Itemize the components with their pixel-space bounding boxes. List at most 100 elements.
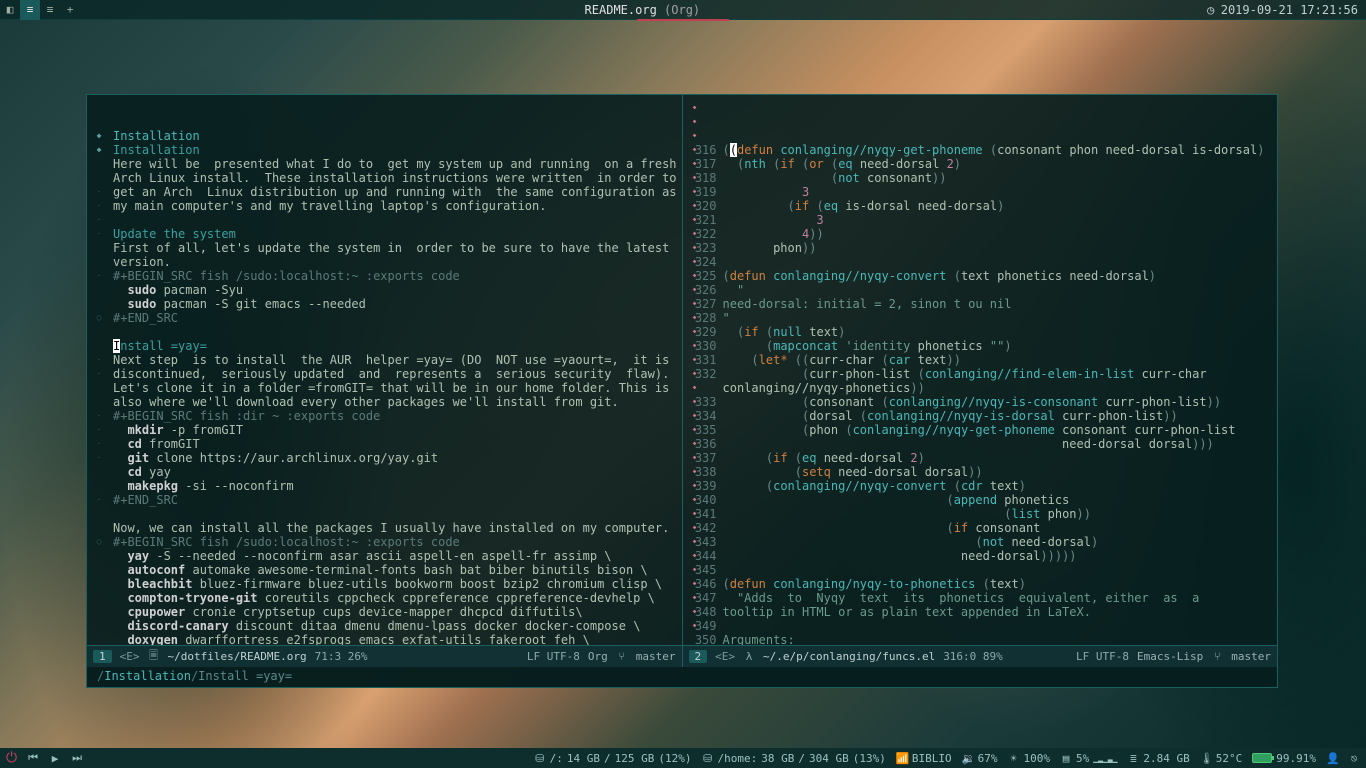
code-line[interactable]: 333 (consonant (conlanging//nyqy-is-cons… — [693, 395, 1270, 409]
code-line[interactable]: 328" — [693, 311, 1270, 325]
wifi[interactable]: 📶 BIBLIO — [896, 752, 952, 765]
elisp-icon: λ — [743, 650, 755, 663]
intro-line-2: Arch Linux install. These installation i… — [113, 171, 677, 185]
org-icon: 🗏 — [148, 647, 160, 666]
code-line[interactable]: 329 (if (null text) — [693, 325, 1270, 339]
temperature: 🌡 52°C — [1200, 752, 1243, 765]
code-line[interactable]: 319 3 — [693, 185, 1270, 199]
code-line[interactable]: 340 (append phonetics — [693, 493, 1270, 507]
ml-right-state: <E> — [715, 650, 735, 663]
disk-icon: ⛁ — [534, 752, 546, 765]
code-line[interactable]: 317 (nth (if (or (eq need-dorsal 2) — [693, 157, 1270, 171]
git-branch-icon: ⑂ — [1211, 650, 1223, 663]
yay-line-2: discontinued, seriously updated and repr… — [113, 367, 669, 381]
code-line[interactable]: 336 need-dorsal dorsal))) — [693, 437, 1270, 451]
volume[interactable]: 🔉 67% — [962, 752, 998, 765]
ml-left-path: ~/dotfiles/README.org — [168, 650, 307, 663]
code-line[interactable]: 322 4)) — [693, 227, 1270, 241]
intro-line-3: get an Arch Linux distribution up and ru… — [113, 185, 677, 199]
code-line[interactable]: 338 (setq need-dorsal dorsal)) — [693, 465, 1270, 479]
battery: 99.91% — [1252, 752, 1316, 765]
ml-left-branch: master — [636, 650, 676, 663]
install-all-line: Now, we can install all the packages I u… — [113, 521, 669, 535]
heading-installation-1[interactable]: Installation — [113, 129, 200, 143]
titlebar-btn-3[interactable]: ≡ — [40, 0, 60, 20]
src3-begin: #+BEGIN_SRC fish /sudo:localhost:~ :expo… — [113, 535, 460, 549]
datetime: 2019-09-21 17:21:56 — [1221, 3, 1358, 17]
code-line[interactable]: 330 (mapconcat 'identity phonetics "") — [693, 339, 1270, 353]
titlebar-btn-1[interactable]: ◧ — [0, 0, 20, 20]
code-line[interactable]: conlanging//nyqy-phonetics)) — [693, 381, 1270, 395]
code-line[interactable]: 345 — [693, 563, 1270, 577]
titlebar-buttons: ◧ ≡ ≡ + — [0, 0, 80, 20]
code-line[interactable]: 325(defun conlanging//nyqy-convert (text… — [693, 269, 1270, 283]
src1-end: #+END_SRC — [113, 311, 178, 325]
discord-icon[interactable]: 👤 — [1326, 752, 1338, 765]
ml-right-enc: LF UTF-8 — [1076, 650, 1129, 663]
ml-left-mode: Org — [588, 650, 608, 663]
code-line[interactable]: 324 — [693, 255, 1270, 269]
status-bar: ⏻ ⏮ ▶ ⏭ ⛁ /: 14 GB/125 GB (12%) ⛁ /home:… — [0, 748, 1366, 768]
code-line[interactable]: 343 (not need-dorsal) — [693, 535, 1270, 549]
ram-icon: ≣ — [1127, 752, 1139, 765]
ml-left-pos: 71:3 26% — [315, 650, 368, 663]
code-line[interactable]: 347 "Adds to Nyqy text its phonetics equ… — [693, 591, 1270, 605]
src1-sudo1: sudo — [127, 283, 156, 297]
brightness[interactable]: ☀ 100% — [1008, 752, 1051, 765]
heading-update-system[interactable]: Update the system — [113, 227, 236, 241]
code-line[interactable]: 320 (if (eq is-dorsal need-dorsal) — [693, 199, 1270, 213]
code-line[interactable]: 316((defun conlanging//nyqy-get-phoneme … — [693, 143, 1270, 157]
modeline-right[interactable]: 2 <E> λ ~/.e/p/conlanging/funcs.el 316:0… — [683, 646, 1278, 667]
code-line[interactable]: 350Arguments: — [693, 633, 1270, 645]
code-line[interactable]: 349 — [693, 619, 1270, 633]
src2-begin: #+BEGIN_SRC fish :dir ~ :exports code — [113, 409, 380, 423]
title-mode: (Org) — [664, 3, 700, 17]
code-line[interactable]: 337 (if (eq need-dorsal 2) — [693, 451, 1270, 465]
play-icon[interactable]: ▶ — [49, 752, 61, 765]
thermometer-icon: 🌡 — [1200, 752, 1212, 765]
code-line[interactable]: 321 3 — [693, 213, 1270, 227]
power-icon[interactable]: ⏻ — [6, 750, 17, 766]
ml-right-pos: 316:0 89% — [943, 650, 1003, 663]
code-line[interactable]: 341 (list phon)) — [693, 507, 1270, 521]
disk-icon: ⛁ — [702, 752, 714, 765]
clock-icon: ◷ — [1205, 3, 1217, 17]
heading-installation-2[interactable]: Installation — [113, 143, 200, 157]
code-line[interactable]: 335 (phon (conlanging//nyqy-get-phoneme … — [693, 423, 1270, 437]
update-line-1: First of all, let's update the system in… — [113, 241, 669, 255]
titlebar-btn-4[interactable]: + — [60, 0, 80, 20]
ml-left-enc: LF UTF-8 — [527, 650, 580, 663]
code-line[interactable]: 323 phon)) — [693, 241, 1270, 255]
git-branch-icon: ⑂ — [616, 650, 628, 663]
ml-left-state: <E> — [120, 650, 140, 663]
titlebar-btn-2[interactable]: ≡ — [20, 0, 40, 20]
code-line[interactable]: 326 " — [693, 283, 1270, 297]
code-line[interactable]: 327need-dorsal: initial = 2, sinon t ou … — [693, 297, 1270, 311]
code-line[interactable]: 334 (dorsal (conlanging//nyqy-is-dorsal … — [693, 409, 1270, 423]
left-pane[interactable]: ◆◆ ···· · ○ ·· ···· · ○ Installation Ins… — [87, 95, 683, 645]
titlebar: ◧ ≡ ≡ + README.org (Org) ◷ 2019-09-21 17… — [0, 0, 1366, 20]
code-line[interactable]: 318 (not consonant)) — [693, 171, 1270, 185]
code-line[interactable]: 332 (curr-phon-list (conlanging//find-el… — [693, 367, 1270, 381]
code-line[interactable]: 339 (conlanging//nyqy-convert (cdr text) — [693, 479, 1270, 493]
editor-frame: ◆◆ ···· · ○ ·· ···· · ○ Installation Ins… — [86, 94, 1278, 688]
right-pane[interactable]: ◆◆◆◆◆◆◆◆◆◆◆◆◆◆◆◆◆◆◆◆◆◆◆◆◆◆◆◆◆◆◆◆◆◆◆◆◆◆ 3… — [683, 95, 1278, 645]
ml-right-path: ~/.e/p/conlanging/funcs.el — [763, 650, 935, 663]
brightness-icon: ☀ — [1008, 752, 1020, 765]
modeline: 1 <E> 🗏 ~/dotfiles/README.org 71:3 26% L… — [87, 645, 1277, 667]
echo-area: /Installation/Install =yay= — [87, 667, 1277, 687]
ram: ≣ 2.84 GB — [1127, 752, 1189, 765]
code-line[interactable]: 331 (let* ((curr-char (car text)) — [693, 353, 1270, 367]
modeline-left[interactable]: 1 <E> 🗏 ~/dotfiles/README.org 71:3 26% L… — [87, 646, 683, 667]
prev-icon[interactable]: ⏮ — [27, 751, 39, 765]
code-line[interactable]: 344 need-dorsal))))) — [693, 549, 1270, 563]
volume-icon: 🔉 — [962, 752, 974, 765]
code-line[interactable]: 342 (if consonant — [693, 521, 1270, 535]
ml-right-mode: Emacs-Lisp — [1137, 650, 1203, 663]
src1-begin: #+BEGIN_SRC fish /sudo:localhost:~ :expo… — [113, 269, 460, 283]
code-line[interactable]: 346(defun conlanging/nyqy-to-phonetics (… — [693, 577, 1270, 591]
code-line[interactable]: 348tooltip in HTML or as plain text appe… — [693, 605, 1270, 619]
location-icon[interactable]: ⎋ — [1348, 752, 1360, 765]
next-icon[interactable]: ⏭ — [71, 751, 83, 765]
yay-line-4: also where we'll download every other pa… — [113, 395, 619, 409]
